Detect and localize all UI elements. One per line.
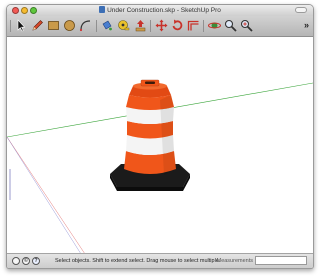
credits-icon[interactable]: © (22, 257, 30, 265)
toolbar-separator (150, 20, 151, 32)
window-title-text: Under Construction.skp - SketchUp Pro (107, 7, 221, 14)
status-message: Select objects. Shift to extend select. … (55, 258, 221, 264)
toolbar-separator (96, 20, 97, 32)
zoom-tool-icon[interactable] (224, 19, 237, 32)
barrel-handle-slot (145, 81, 155, 84)
rotate-tool-icon[interactable] (171, 19, 184, 32)
rectangle-tool-icon[interactable] (47, 19, 60, 32)
select-tool-icon[interactable] (14, 19, 27, 32)
toolbar-toggle-button[interactable] (295, 7, 307, 13)
measurements-label: Measurements (216, 258, 253, 264)
offset-tool-icon[interactable] (187, 19, 200, 32)
window-title: Under Construction.skp - SketchUp Pro (7, 6, 313, 15)
document-icon (99, 6, 106, 13)
toolbar-separator (10, 20, 11, 32)
orbit-tool-icon[interactable] (208, 19, 221, 32)
sketchup-window: Under Construction.skp - SketchUp Pro » … (6, 4, 314, 269)
move-tool-icon[interactable] (155, 19, 168, 32)
paint-bucket-tool-icon[interactable] (100, 19, 113, 32)
toolbar-separator (203, 20, 204, 32)
construction-barrel-model[interactable] (110, 79, 190, 191)
zoom-extents-tool-icon[interactable] (240, 19, 253, 32)
arc-tool-icon[interactable] (79, 19, 92, 32)
drawing-area[interactable] (7, 37, 313, 254)
push-pull-tool-icon[interactable] (134, 19, 147, 32)
blue-axis-guide (7, 136, 82, 254)
pencil-line-tool-icon[interactable] (31, 19, 44, 32)
title-bar: Under Construction.skp - SketchUp Pro (7, 5, 313, 16)
measurements-input[interactable] (255, 256, 307, 265)
tape-measure-tool-icon[interactable] (117, 19, 130, 32)
red-axis (7, 136, 86, 254)
toolbar-overflow-button[interactable]: » (304, 19, 309, 31)
model-viewport[interactable] (7, 37, 313, 254)
geo-location-icon[interactable] (12, 257, 20, 265)
help-icon[interactable]: ? (32, 257, 40, 265)
circle-tool-icon[interactable] (63, 19, 76, 32)
toolbar: » (7, 16, 313, 37)
status-bar: © ? Select objects. Shift to extend sele… (7, 253, 313, 268)
